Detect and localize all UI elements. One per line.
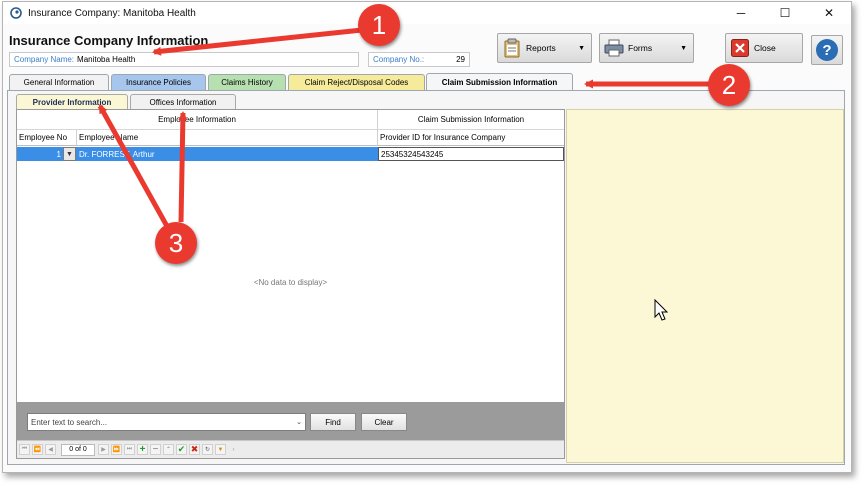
annotation-callout-1: 1 [358, 4, 400, 46]
annotation-arrow-3a [97, 104, 171, 230]
annotation-callout-2: 2 [708, 64, 750, 106]
annotation-arrow-3b [178, 111, 188, 223]
annotation-arrow-1 [152, 27, 363, 56]
mouse-pointer-icon [654, 298, 669, 321]
annotation-callout-3: 3 [155, 222, 197, 264]
